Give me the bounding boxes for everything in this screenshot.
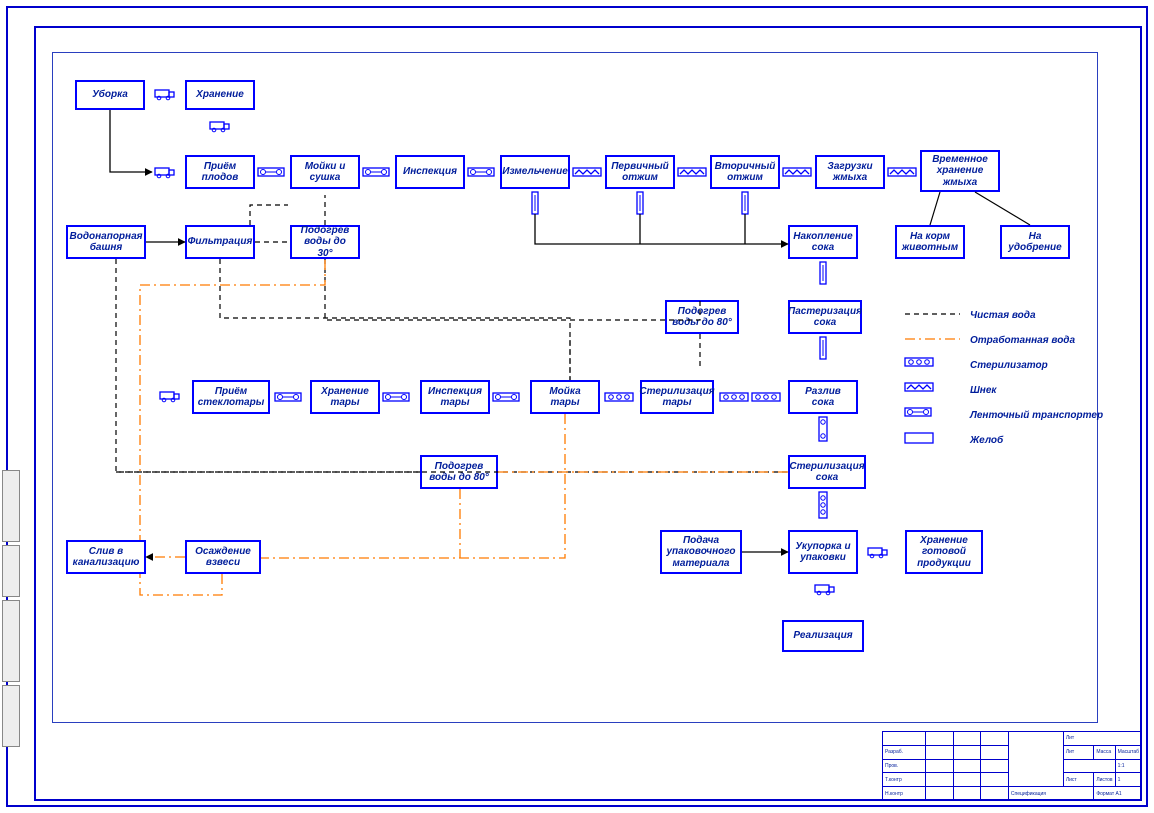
legend-clean: Чистая вода [970,310,1036,321]
box-nakoplenie: Накопление сока [788,225,858,259]
box-sliv: Слив в канализацию [66,540,146,574]
box-bashnya: Водонапорная башня [66,225,146,259]
legend-waste: Отработанная вода [970,335,1075,346]
box-moika-tary: Мойка тары [530,380,600,414]
box-hranenie: Хранение [185,80,255,110]
box-hran-tary: Хранение тары [310,380,380,414]
box-insp-tary: Инспекция тары [420,380,490,414]
legend-steril: Стерилизатор [970,360,1048,371]
legend-lentra: Ленточный транспортер [970,410,1103,421]
box-steril-soka: Стерилизация сока [788,455,866,489]
box-steril-tary: Стерилизация тары [640,380,714,414]
box-priem-plodov: Приём плодов [185,155,255,189]
box-realizacia: Реализация [782,620,864,652]
box-osazhdenie: Осаждение взвеси [185,540,261,574]
box-hran-gotov: Хранение готовой продукции [905,530,983,574]
box-podogrev30: Подогрев воды до 30° [290,225,360,259]
legend-zhelob: Желоб [970,435,1003,446]
sidebar-tab [2,685,20,747]
box-izmelchenie: Измельчение [500,155,570,189]
box-vrem-hran: Временное хранение жмыха [920,150,1000,192]
box-priem-steklo: Приём стеклотары [192,380,270,414]
box-ukuporka: Укупорка и упаковки [788,530,858,574]
box-inspekcia: Инспекция [395,155,465,189]
box-podacha: Подача упаковочного материала [660,530,742,574]
sidebar-tab [2,545,20,597]
box-podogrev80b: Подогрев воды до 80° [420,455,498,489]
box-zagruzki: Загрузки жмыха [815,155,885,189]
title-block: Лит Разраб.ЛитМассаМасштаб Пров.1:1 Т.ко… [882,731,1142,801]
box-vtor-otzhim: Вторичный отжим [710,155,780,189]
box-filtr: Фильтрация [185,225,255,259]
box-uborka: Уборка [75,80,145,110]
sidebar-tab [2,470,20,542]
legend-shnek: Шнек [970,385,996,396]
box-korm: На корм животным [895,225,965,259]
box-podogrev80a: Подогрев воды до 80° [665,300,739,334]
sidebar-tab [2,600,20,682]
box-moika-sushka: Мойки и сушка [290,155,360,189]
box-perv-otzhim: Первичный отжим [605,155,675,189]
box-pasteriz: Пастеризация сока [788,300,862,334]
box-udobrenie: На удобрение [1000,225,1070,259]
box-razliv: Разлив сока [788,380,858,414]
